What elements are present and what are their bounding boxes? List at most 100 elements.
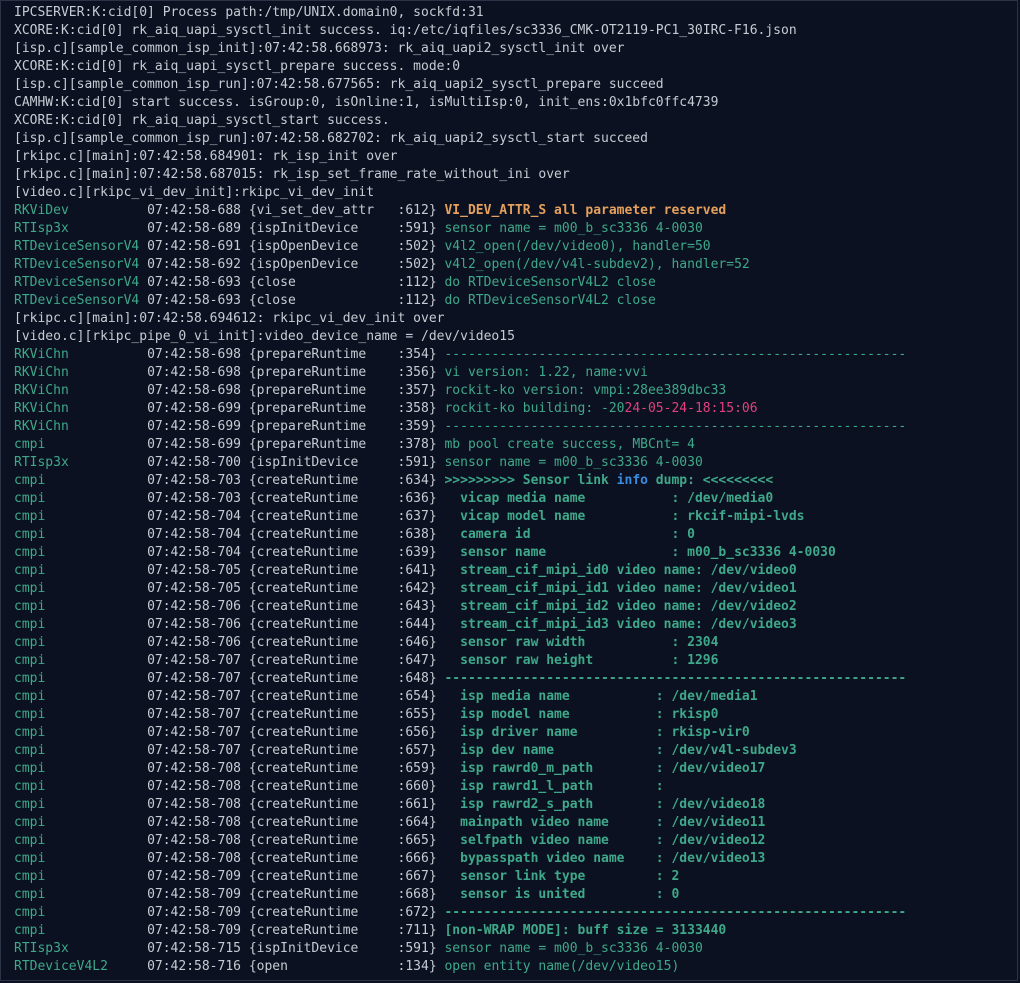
log-line: RTDeviceSensorV4 07:42:58-693 {close :11… (14, 274, 1017, 292)
log-text: [video.c][rkipc_vi_dev_init]:rkipc_vi_de… (14, 185, 375, 200)
log-tag: cmpi (14, 473, 148, 488)
log-timestamp: 07:42:58-708 (147, 815, 249, 830)
log-message: sensor raw height : 1296 (444, 653, 719, 668)
log-message: sensor link type : 2 (444, 869, 680, 884)
log-tag: cmpi (14, 725, 148, 740)
log-timestamp: 07:42:58-707 (147, 707, 249, 722)
log-timestamp: 07:42:58-708 (147, 851, 249, 866)
log-tag: RTDeviceSensorV4 (14, 239, 148, 254)
log-message: isp rawrd2_s_path : /dev/video18 (444, 797, 766, 812)
log-message: open entity name(/dev/video15) (444, 959, 680, 974)
log-timestamp: 07:42:58-708 (147, 833, 249, 848)
log-function: {createRuntime :657} (248, 743, 445, 758)
terminal-output[interactable]: IPCSERVER:K:cid[0] Process path:/tmp/UNI… (0, 0, 1018, 981)
log-line: cmpi 07:42:58-699 {prepareRuntime :378} … (14, 436, 1017, 454)
log-line: cmpi 07:42:58-705 {createRuntime :642} s… (14, 580, 1017, 598)
log-timestamp: 07:42:58-708 (147, 761, 249, 776)
log-timestamp: 07:42:58-706 (147, 617, 249, 632)
log-timestamp: 07:42:58-715 (147, 941, 249, 956)
log-line: cmpi 07:42:58-709 {createRuntime :667} s… (14, 868, 1017, 886)
log-function: {createRuntime :656} (248, 725, 445, 740)
log-line: cmpi 07:42:58-708 {createRuntime :666} b… (14, 850, 1017, 868)
log-message: sensor name = m00_b_sc3336 4-0030 (444, 941, 703, 956)
log-tag: cmpi (14, 617, 148, 632)
log-message: ----------------------------------------… (444, 671, 907, 686)
log-function: {createRuntime :637} (248, 509, 445, 524)
log-line: cmpi 07:42:58-707 {createRuntime :655} i… (14, 706, 1017, 724)
log-tag: RKViDev (14, 203, 148, 218)
log-tag: RKViChn (14, 383, 148, 398)
log-timestamp: 07:42:58-709 (147, 923, 249, 938)
log-tag: cmpi (14, 797, 148, 812)
log-message: sensor name : m00_b_sc3336 4-0030 (444, 545, 836, 560)
log-line: [isp.c][sample_common_isp_run]:07:42:58.… (14, 76, 1017, 94)
log-message: isp driver name : rkisp-vir0 (444, 725, 750, 740)
log-message: mb pool create success, MBCnt= 4 (444, 437, 695, 452)
log-timestamp: 07:42:58-693 (147, 275, 249, 290)
log-message: stream_cif_mipi_id1 video name: /dev/vid… (444, 581, 797, 596)
log-tag: cmpi (14, 887, 148, 902)
log-timestamp: 07:42:58-709 (147, 887, 249, 902)
log-function: {prepareRuntime :358} (248, 401, 445, 416)
log-line: RKViChn 07:42:58-698 {prepareRuntime :35… (14, 382, 1017, 400)
log-text: [rkipc.c][main]:07:42:58.684901: rk_isp_… (14, 149, 398, 164)
log-tag: cmpi (14, 437, 148, 452)
log-timestamp: 07:42:58-691 (147, 239, 249, 254)
log-tag: cmpi (14, 905, 148, 920)
log-timestamp: 07:42:58-699 (147, 419, 249, 434)
log-timestamp: 07:42:58-689 (147, 221, 249, 236)
log-function: {prepareRuntime :378} (248, 437, 445, 452)
log-function: {ispOpenDevice :502} (248, 257, 445, 272)
log-timestamp: 07:42:58-707 (147, 689, 249, 704)
log-line: cmpi 07:42:58-706 {createRuntime :643} s… (14, 598, 1017, 616)
log-message: sensor is united : 0 (444, 887, 680, 902)
log-message: isp media name : /dev/media1 (444, 689, 758, 704)
log-line: cmpi 07:42:58-703 {createRuntime :636} v… (14, 490, 1017, 508)
log-tag: cmpi (14, 527, 148, 542)
log-line: XCORE:K:cid[0] rk_aiq_uapi_sysctl_init s… (14, 22, 1017, 40)
log-timestamp: 07:42:58-699 (147, 401, 249, 416)
log-line: cmpi 07:42:58-709 {createRuntime :711} [… (14, 922, 1017, 940)
log-tag: cmpi (14, 599, 148, 614)
log-timestamp: 07:42:58-708 (147, 797, 249, 812)
log-message: vicap media name : /dev/media0 (444, 491, 774, 506)
log-tag: cmpi (14, 635, 148, 650)
log-message: vicap model name : rkcif-mipi-lvds (444, 509, 805, 524)
log-message: [non-WRAP MODE]: buff size = 3133440 (444, 923, 727, 938)
log-message: isp rawrd0_m_path : /dev/video17 (444, 761, 766, 776)
log-line: [isp.c][sample_common_isp_run]:07:42:58.… (14, 130, 1017, 148)
log-tag: RKViChn (14, 419, 148, 434)
log-function: {createRuntime :661} (248, 797, 445, 812)
log-function: {createRuntime :659} (248, 761, 445, 776)
log-line: cmpi 07:42:58-708 {createRuntime :661} i… (14, 796, 1017, 814)
log-timestamp: 07:42:58-703 (147, 473, 249, 488)
log-info-keyword: info (616, 473, 648, 488)
log-line: RKViChn 07:42:58-698 {prepareRuntime :35… (14, 346, 1017, 364)
log-line: RTDeviceV4L2 07:42:58-716 {open :134} op… (14, 958, 1017, 976)
log-line: cmpi 07:42:58-709 {createRuntime :668} s… (14, 886, 1017, 904)
log-message: mainpath video name : /dev/video11 (444, 815, 766, 830)
log-line: cmpi 07:42:58-705 {createRuntime :641} s… (14, 562, 1017, 580)
log-function: {createRuntime :642} (248, 581, 445, 596)
log-timestamp: 07:42:58-692 (147, 257, 249, 272)
log-line: RTIsp3x 07:42:58-715 {ispInitDevice :591… (14, 940, 1017, 958)
log-tag: cmpi (14, 581, 148, 596)
log-text: XCORE:K:cid[0] rk_aiq_uapi_sysctl_start … (14, 113, 390, 128)
log-tag: cmpi (14, 491, 148, 506)
log-tag: cmpi (14, 833, 148, 848)
log-line: RTDeviceSensorV4 07:42:58-692 {ispOpenDe… (14, 256, 1017, 274)
log-tag: cmpi (14, 743, 148, 758)
log-line: RTIsp3x 07:42:58-700 {ispInitDevice :591… (14, 454, 1017, 472)
log-function: {createRuntime :634} (248, 473, 445, 488)
log-timestamp: 07:42:58-709 (147, 905, 249, 920)
log-message: rockit-ko version: vmpi:28ee389dbc33 (444, 383, 727, 398)
log-tag: RTDeviceSensorV4 (14, 275, 148, 290)
log-line: [rkipc.c][main]:07:42:58.684901: rk_isp_… (14, 148, 1017, 166)
log-line: RKViChn 07:42:58-698 {prepareRuntime :35… (14, 364, 1017, 382)
log-tag: cmpi (14, 653, 148, 668)
log-function: {createRuntime :641} (248, 563, 445, 578)
log-message-tail: dump: <<<<<<<<< (647, 473, 774, 488)
log-function: {createRuntime :666} (248, 851, 445, 866)
log-function: {createRuntime :644} (248, 617, 445, 632)
log-function: {ispInitDevice :591} (248, 221, 445, 236)
